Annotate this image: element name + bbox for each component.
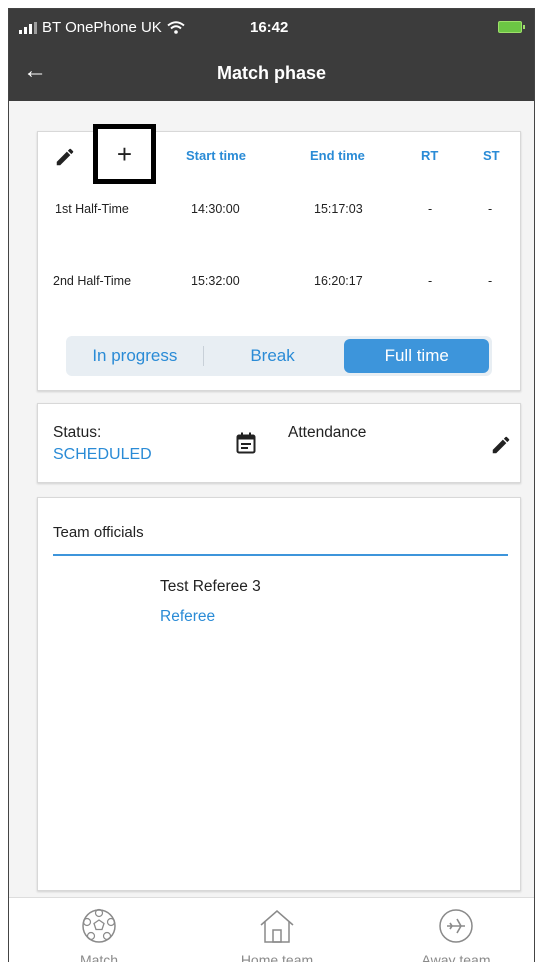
segment-in-progress[interactable]: In progress — [66, 336, 204, 376]
tab-underline — [53, 554, 508, 556]
column-header-start-time: Start time — [186, 148, 246, 163]
segment-break[interactable]: Break — [204, 336, 342, 376]
football-icon — [82, 908, 116, 943]
status-bar: BT OnePhone UK 16:42 — [9, 9, 534, 45]
bottom-navigation: Match Home team Away team — [9, 897, 534, 962]
airplane-icon — [439, 909, 473, 943]
phase-row-1-rt: - — [428, 202, 433, 216]
wifi-icon — [167, 21, 185, 34]
column-header-end-time: End time — [310, 148, 365, 163]
add-phase-button[interactable]: + — [93, 124, 156, 184]
phase-row-1-st: - — [488, 202, 493, 216]
phase-row-2-end: 16:20:17 — [314, 274, 363, 288]
nav-item-home-team[interactable]: Home team — [222, 908, 332, 962]
team-officials-card: Team officials Test Referee 3 Referee — [37, 497, 521, 891]
nav-item-match[interactable]: Match — [44, 908, 154, 962]
app-bar: ← Match phase — [9, 45, 534, 101]
status-label: Status: — [53, 424, 102, 441]
phase-row-2-st: - — [488, 274, 493, 288]
edit-pencil-icon[interactable] — [54, 146, 76, 168]
calendar-icon[interactable] — [236, 432, 256, 454]
signal-icon — [19, 21, 37, 34]
phase-row-1-name: 1st Half-Time — [55, 202, 129, 216]
nav-item-away-team[interactable]: Away team — [401, 908, 511, 962]
tab-team-officials[interactable]: Team officials — [53, 524, 144, 541]
page-title: Match phase — [216, 63, 327, 83]
status-card: Status: SCHEDULED Attendance — [37, 403, 521, 483]
phase-row-2-name: 2nd Half-Time — [53, 274, 132, 288]
main-content: + Start time End time RT ST 1st Half-Tim… — [9, 101, 534, 962]
phase-row-2-rt: - — [428, 274, 433, 288]
edit-attendance-pencil-icon[interactable] — [490, 434, 512, 456]
nav-label-home-team: Home team — [240, 952, 314, 962]
attendance-label: Attendance — [288, 424, 367, 441]
phone-screen: BT OnePhone UK 16:42 ← Match phase + Sta… — [8, 8, 535, 962]
segment-full-time[interactable]: Full time — [344, 339, 489, 373]
phase-row-2-start: 15:32:00 — [191, 274, 240, 288]
carrier-name: BT OnePhone UK — [42, 19, 162, 36]
clock: 16:42 — [250, 19, 289, 36]
home-icon — [260, 910, 294, 943]
match-phases-card: + Start time End time RT ST 1st Half-Tim… — [37, 124, 521, 391]
official-role: Referee — [160, 608, 216, 625]
nav-label-match: Match — [79, 952, 119, 962]
status-value: SCHEDULED — [53, 446, 152, 463]
phase-row-1-end: 15:17:03 — [314, 202, 363, 216]
official-name: Test Referee 3 — [160, 578, 261, 595]
column-header-rt: RT — [421, 148, 439, 163]
nav-label-away-team: Away team — [421, 952, 491, 962]
battery-icon — [498, 21, 525, 33]
phase-status-segmented-control: In progress Break Full time — [66, 336, 492, 376]
column-header-st: ST — [483, 148, 500, 163]
phase-row-1-start: 14:30:00 — [191, 202, 240, 216]
